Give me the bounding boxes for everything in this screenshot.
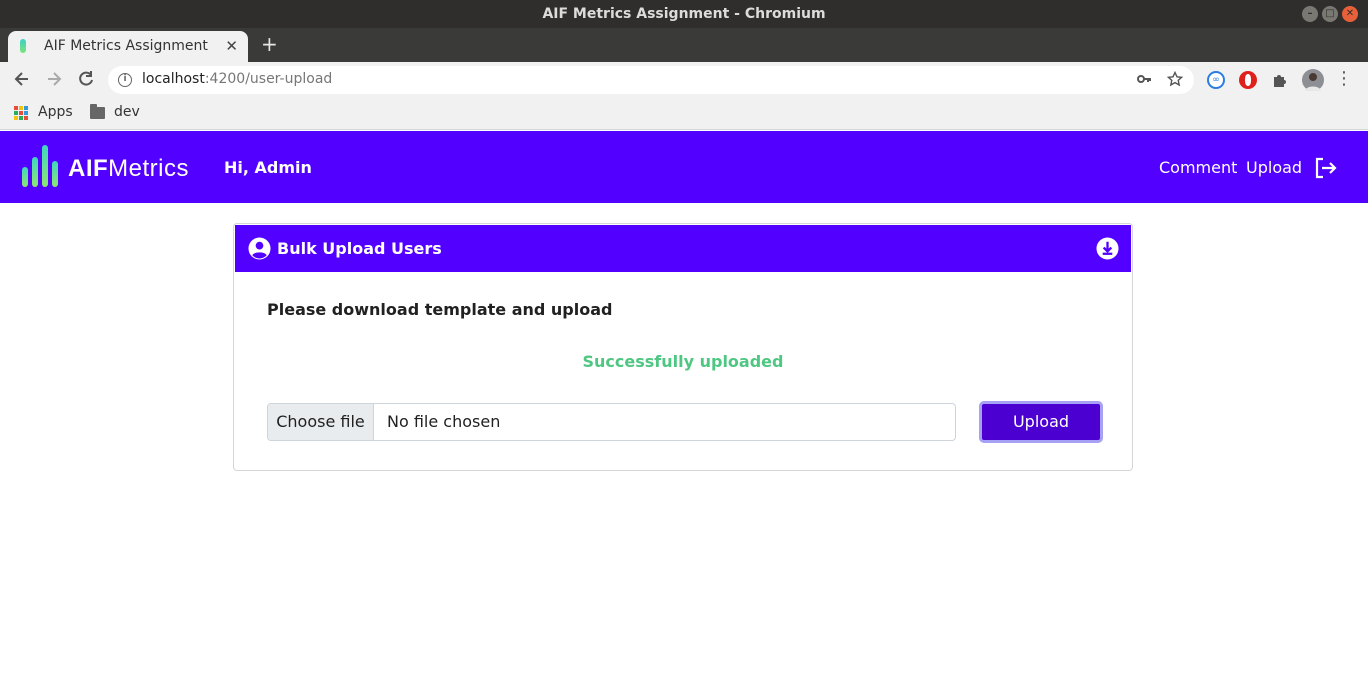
file-input[interactable]: Choose file No file chosen bbox=[267, 403, 956, 441]
extension-shield-icon[interactable] bbox=[1239, 71, 1257, 89]
maximize-icon: □ bbox=[1325, 8, 1335, 19]
nav-link-comment[interactable]: Comment bbox=[1159, 158, 1237, 177]
bookmark-apps[interactable]: Apps bbox=[38, 104, 73, 120]
bulk-upload-card: Bulk Upload Users Please download templa… bbox=[233, 223, 1133, 471]
card-title: Bulk Upload Users bbox=[277, 239, 442, 258]
upload-status-message: Successfully uploaded bbox=[582, 352, 784, 371]
logo-bars-icon bbox=[22, 145, 58, 187]
key-icon[interactable] bbox=[1136, 71, 1152, 91]
window-title: AIF Metrics Assignment - Chromium bbox=[542, 6, 826, 22]
folder-icon[interactable] bbox=[90, 104, 105, 119]
window-controls: – □ ✕ bbox=[1302, 6, 1358, 22]
user-circle-icon bbox=[248, 237, 271, 260]
maximize-button[interactable]: □ bbox=[1322, 6, 1338, 22]
favicon-icon bbox=[20, 39, 26, 53]
browser-toolbar: i localhost:4200/user-upload ∞ ⋮ bbox=[0, 62, 1368, 98]
choose-file-button[interactable]: Choose file bbox=[268, 404, 374, 440]
url-path: :4200/user-upload bbox=[204, 71, 333, 87]
brand-logo[interactable]: AIFMetrics bbox=[22, 145, 202, 189]
extension-infinity-icon[interactable]: ∞ bbox=[1207, 71, 1225, 89]
logo-light: Metrics bbox=[108, 155, 190, 182]
app-navbar: AIFMetrics Hi, Admin Comment Upload bbox=[0, 131, 1368, 203]
bookmark-dev[interactable]: dev bbox=[114, 104, 140, 120]
address-bar[interactable]: i localhost:4200/user-upload bbox=[108, 66, 1194, 94]
tab-strip: AIF Metrics Assignment ✕ + bbox=[0, 28, 1368, 62]
browser-menu-icon[interactable]: ⋮ bbox=[1334, 69, 1354, 89]
greeting: Hi, Admin bbox=[224, 158, 312, 177]
profile-avatar[interactable] bbox=[1302, 69, 1324, 91]
new-tab-button[interactable]: + bbox=[261, 32, 278, 56]
minimize-icon: – bbox=[1307, 8, 1313, 19]
download-icon[interactable] bbox=[1096, 237, 1119, 260]
back-arrow-icon[interactable] bbox=[12, 69, 32, 89]
browser-tab[interactable]: AIF Metrics Assignment ✕ bbox=[8, 31, 248, 62]
close-window-button[interactable]: ✕ bbox=[1342, 6, 1358, 22]
reload-icon[interactable] bbox=[76, 69, 96, 89]
upload-button[interactable]: Upload bbox=[979, 401, 1103, 443]
instructions-text: Please download template and upload bbox=[267, 300, 613, 319]
logout-icon[interactable] bbox=[1314, 157, 1338, 179]
url-host: localhost bbox=[142, 71, 205, 87]
logo-bold: AIF bbox=[68, 155, 109, 182]
card-header: Bulk Upload Users bbox=[235, 225, 1131, 272]
file-chosen-label: No file chosen bbox=[387, 412, 501, 431]
tab-close-icon[interactable]: ✕ bbox=[225, 37, 238, 55]
site-info-icon[interactable]: i bbox=[118, 73, 132, 87]
nav-link-upload[interactable]: Upload bbox=[1246, 158, 1302, 177]
logo-text: AIFMetrics bbox=[68, 155, 189, 183]
extensions-puzzle-icon[interactable] bbox=[1271, 71, 1289, 89]
tab-title: AIF Metrics Assignment bbox=[44, 38, 208, 54]
close-icon: ✕ bbox=[1345, 8, 1355, 19]
bookmark-star-icon[interactable] bbox=[1166, 70, 1184, 91]
url-text[interactable]: localhost:4200/user-upload bbox=[142, 71, 332, 87]
forward-arrow-icon[interactable] bbox=[44, 69, 64, 89]
bookmarks-bar: Apps dev bbox=[0, 98, 1368, 130]
apps-grid-icon[interactable] bbox=[14, 106, 28, 120]
minimize-button[interactable]: – bbox=[1302, 6, 1318, 22]
window-titlebar: AIF Metrics Assignment - Chromium – □ ✕ bbox=[0, 0, 1368, 28]
